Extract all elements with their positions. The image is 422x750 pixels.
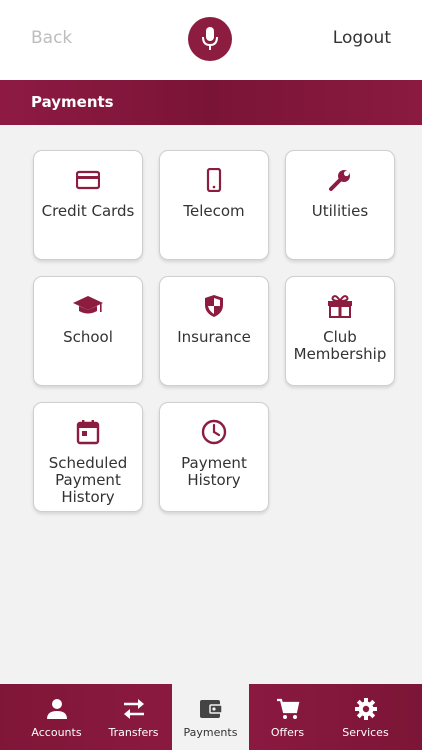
- tile-label: Scheduled Payment History: [48, 454, 128, 506]
- section-header: Payments: [0, 80, 422, 125]
- microphone-button[interactable]: [188, 17, 232, 61]
- tile-label: Telecom: [183, 202, 245, 220]
- nav-payments[interactable]: Payments: [172, 684, 249, 750]
- tile-payment-history[interactable]: Payment History: [159, 402, 269, 512]
- shopping-cart-icon: [276, 698, 299, 719]
- nav-label: Services: [342, 726, 389, 739]
- tile-label: School: [63, 328, 113, 346]
- arrows-exchange-icon: [123, 699, 144, 719]
- nav-accounts[interactable]: Accounts: [18, 684, 95, 750]
- gift-icon: [328, 295, 352, 318]
- credit-card-icon: [76, 170, 100, 190]
- tile-label: Insurance: [177, 328, 251, 346]
- nav-transfers[interactable]: Transfers: [95, 684, 172, 750]
- tile-label: Utilities: [311, 202, 369, 220]
- tile-label: Club Membership: [293, 328, 387, 363]
- bottom-nav: Accounts Transfers Payments Offers Servi…: [0, 684, 422, 750]
- person-icon: [46, 699, 67, 719]
- tile-insurance[interactable]: Insurance: [159, 276, 269, 386]
- calendar-icon: [76, 420, 100, 445]
- tile-credit-cards[interactable]: Credit Cards: [33, 150, 143, 260]
- nav-label: Offers: [270, 726, 305, 739]
- tile-telecom[interactable]: Telecom: [159, 150, 269, 260]
- graduation-cap-icon: [73, 296, 103, 314]
- top-bar: Back Logout: [0, 0, 422, 80]
- wallet-icon: [199, 700, 223, 718]
- shield-icon: [205, 295, 223, 317]
- clock-icon: [201, 419, 227, 445]
- mobile-phone-icon: [206, 168, 222, 192]
- page-title: Payments: [31, 93, 114, 111]
- microphone-icon: [202, 27, 218, 50]
- tile-label: Payment History: [181, 454, 247, 489]
- nav-services[interactable]: Services: [327, 684, 404, 750]
- tile-utilities[interactable]: Utilities: [285, 150, 395, 260]
- wrench-icon: [329, 170, 350, 191]
- nav-label: Transfers: [108, 726, 159, 739]
- nav-label: Accounts: [31, 726, 82, 739]
- tile-label: Credit Cards: [41, 202, 135, 220]
- tile-club-membership[interactable]: Club Membership: [285, 276, 395, 386]
- tile-school[interactable]: School: [33, 276, 143, 386]
- logout-button[interactable]: Logout: [333, 28, 391, 48]
- tile-scheduled-payment-history[interactable]: Scheduled Payment History: [33, 402, 143, 512]
- back-button[interactable]: Back: [31, 28, 72, 48]
- gear-icon: [354, 698, 377, 720]
- nav-label: Payments: [183, 726, 238, 739]
- nav-offers[interactable]: Offers: [249, 684, 326, 750]
